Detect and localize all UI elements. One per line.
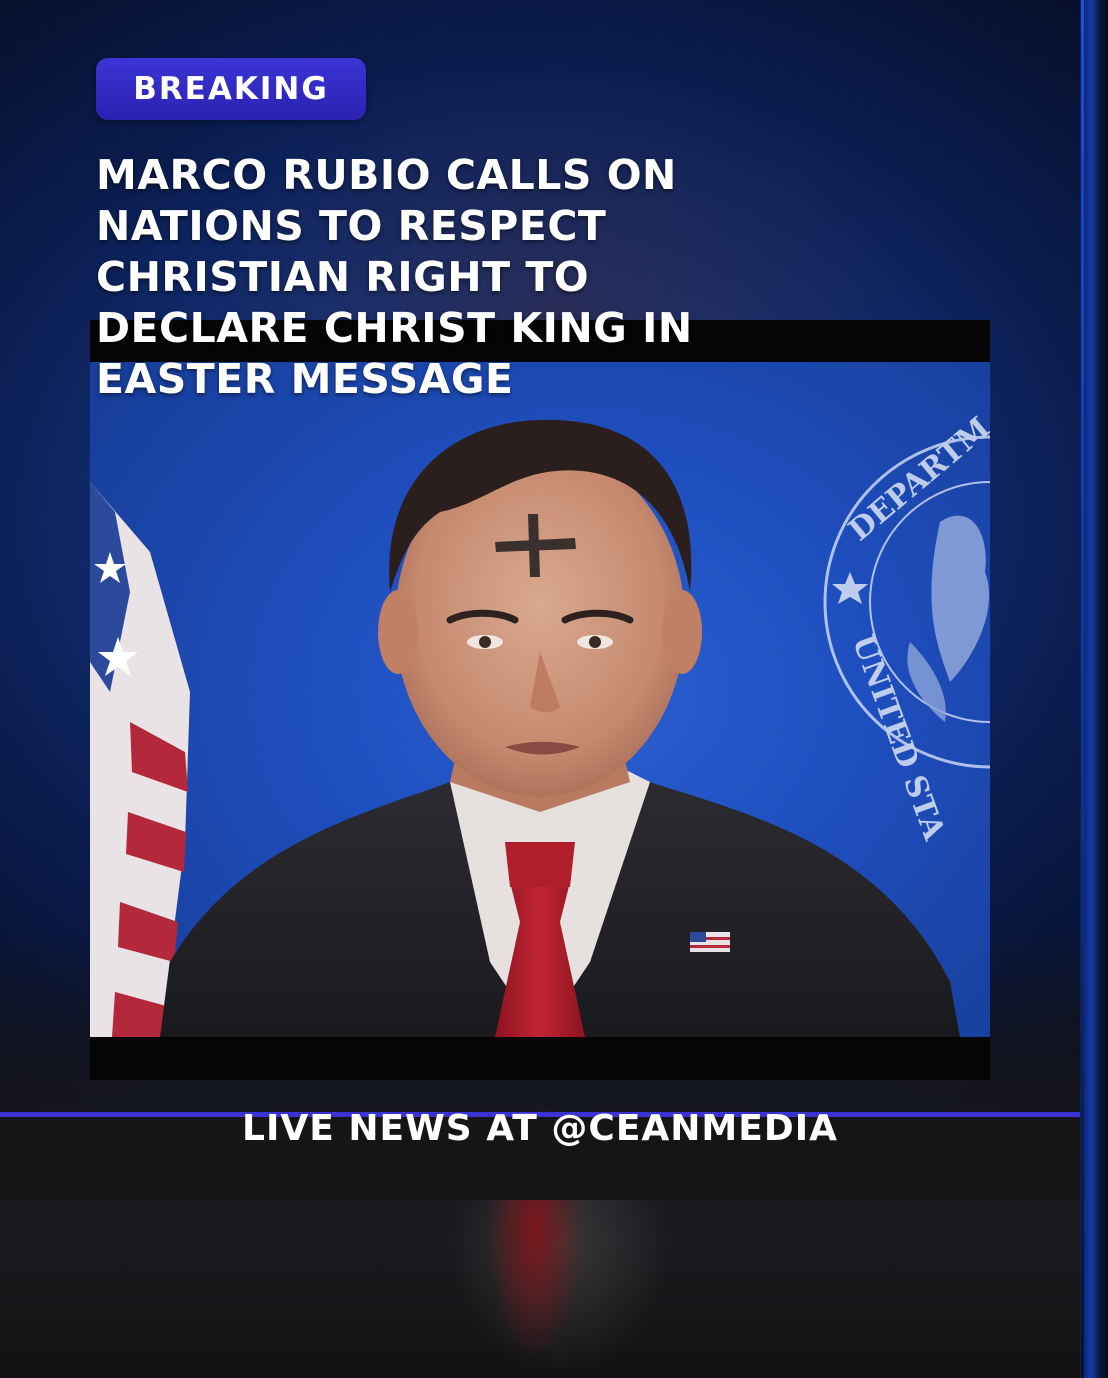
headline-line: EASTER MESSAGE xyxy=(96,355,514,403)
seal-text-bottom: UNITED STA xyxy=(845,631,952,846)
headline-line: DECLARE CHRIST KING IN xyxy=(96,304,693,352)
speaker-illustration: DEPARTM UNITED STA xyxy=(90,411,990,1037)
headline-line: CHRISTIAN RIGHT TO xyxy=(96,253,590,301)
right-edge-line xyxy=(1081,0,1084,1378)
headline-line: MARCO RUBIO CALLS ON xyxy=(96,151,677,199)
right-edge-strip xyxy=(1080,0,1108,1378)
breaking-badge: BREAKING xyxy=(96,58,366,120)
headline: MARCO RUBIO CALLS ON NATIONS TO RESPECT … xyxy=(96,150,796,405)
ticker-label: LIVE NEWS AT @CEANMEDIA xyxy=(242,1108,838,1149)
photo-frame: DEPARTM UNITED STA xyxy=(90,320,990,1080)
seal-icon: DEPARTM UNITED STA xyxy=(823,411,990,846)
headline-line: NATIONS TO RESPECT xyxy=(96,202,607,250)
news-graphic: DEPARTM UNITED STA BREAKING MARCO RUBIO … xyxy=(0,0,1108,1378)
lapel-flag-pin-icon xyxy=(690,932,730,952)
speaker-photo: DEPARTM UNITED STA xyxy=(90,362,990,1037)
